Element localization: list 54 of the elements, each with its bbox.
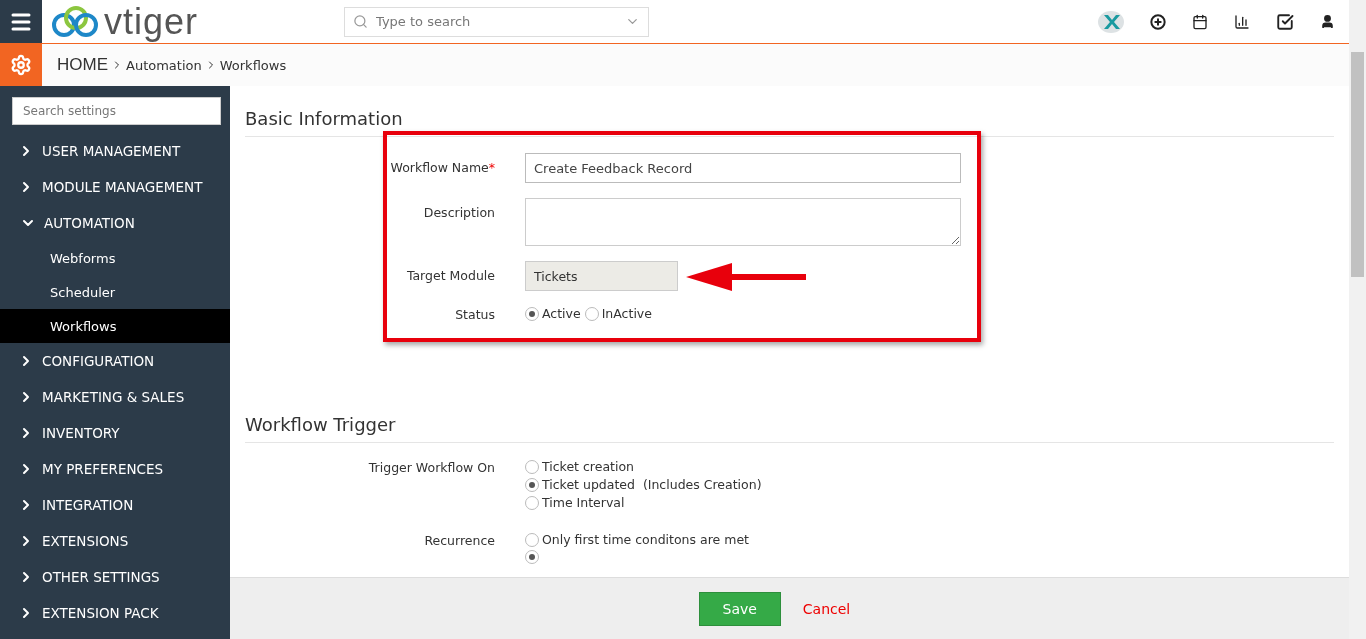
bar-chart-icon[interactable] xyxy=(1234,13,1250,30)
menu-button[interactable] xyxy=(0,0,42,43)
radio-button[interactable] xyxy=(525,550,539,564)
target-module-field: Tickets xyxy=(525,261,678,291)
cancel-link[interactable]: Cancel xyxy=(802,600,851,617)
radio-option[interactable]: Active xyxy=(525,306,581,321)
gear-icon xyxy=(10,54,32,76)
field-label: Description xyxy=(422,204,495,220)
search-field[interactable]: Type to search xyxy=(344,6,649,37)
breadcrumb-link[interactable]: Workflows xyxy=(219,57,287,73)
radio-option[interactable]: InActive xyxy=(584,306,652,321)
section-heading: Basic Information xyxy=(245,108,1334,137)
search-icon xyxy=(353,14,368,29)
sidebar-item[interactable]: EXTENSIONS xyxy=(0,523,230,559)
sidebar-item[interactable]: MARKETING & SALES xyxy=(0,379,230,415)
search-settings-field[interactable]: Search settings xyxy=(12,97,221,125)
checkbox-icon[interactable] xyxy=(1276,12,1294,31)
calendar-icon[interactable] xyxy=(1192,13,1208,30)
radio-option[interactable]: Ticket creation xyxy=(525,459,762,474)
sidebar-item[interactable]: INTEGRATION xyxy=(0,487,230,523)
radio-button[interactable] xyxy=(525,477,539,492)
radio-button[interactable] xyxy=(525,495,539,510)
add-icon[interactable] xyxy=(1150,13,1166,30)
sidebar-item[interactable]: AUTOMATION xyxy=(0,205,230,241)
sidebar-item[interactable]: EXTENSION PACK xyxy=(0,595,230,631)
sidebar-item[interactable]: USER MANAGEMENT xyxy=(0,133,230,169)
sidebar-item[interactable]: OTHER SETTINGS xyxy=(0,559,230,595)
sidebar-subitem[interactable]: Workflows xyxy=(0,309,230,343)
radio-button[interactable] xyxy=(584,306,599,321)
radio-option[interactable]: Ticket updated (Includes Creation) xyxy=(525,477,762,492)
radio-option[interactable]: Time Interval xyxy=(525,495,762,510)
radio-button[interactable] xyxy=(525,532,539,547)
field-label: Target Module xyxy=(405,267,495,283)
x-logo-icon[interactable] xyxy=(1098,10,1124,33)
sidebar-subitem[interactable]: Webforms xyxy=(0,241,230,275)
sidebar-subitem[interactable]: Scheduler xyxy=(0,275,230,309)
breadcrumb-link[interactable]: Automation xyxy=(126,57,202,73)
radio-button[interactable] xyxy=(525,306,539,321)
field-label: Trigger Workflow On xyxy=(367,459,495,475)
section-heading: Workflow Trigger xyxy=(245,414,1334,443)
sidebar-item[interactable]: MODULE MANAGEMENT xyxy=(0,169,230,205)
sidebar-item[interactable]: MY PREFERENCES xyxy=(0,451,230,487)
breadcrumb-link[interactable]: HOME xyxy=(57,55,108,75)
cloud-logo-icon xyxy=(50,3,100,40)
user-icon[interactable] xyxy=(1320,14,1335,29)
field-label: Status xyxy=(454,306,495,322)
radio-button[interactable] xyxy=(525,459,539,474)
sidebar-item[interactable]: CONFIGURATION xyxy=(0,343,230,379)
workflow-name-input[interactable]: Create Feedback Record xyxy=(525,153,961,183)
sidebar-item[interactable]: INVENTORY xyxy=(0,415,230,451)
field-label: Recurrence xyxy=(423,532,495,548)
logo-text: vtiger xyxy=(104,3,199,40)
radio-option[interactable]: Only first time conditons are met xyxy=(525,532,749,547)
field-label: Workflow Name* xyxy=(389,159,495,175)
